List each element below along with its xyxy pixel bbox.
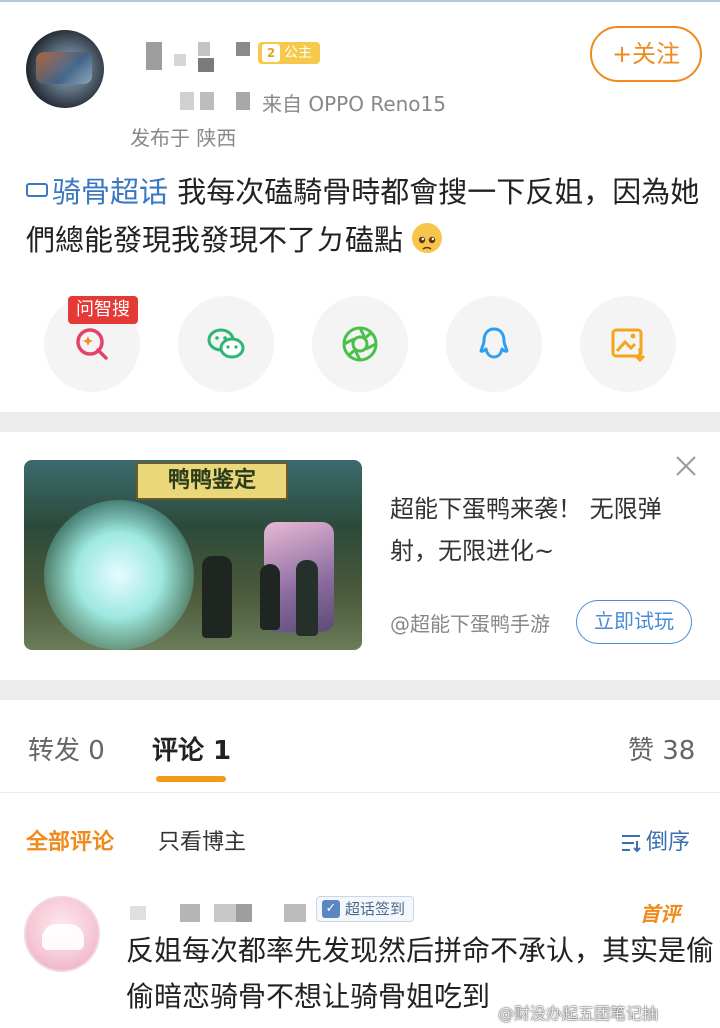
ad-sign-text: 鸭鸭鉴定 [136,462,288,500]
first-comment-label: 首评 [640,902,680,926]
close-icon[interactable] [674,454,698,478]
ai-search-tag: 问智搜 [68,296,138,324]
share-qq-button[interactable] [446,296,542,392]
search-ai-icon [76,328,108,360]
diamond-topic-icon [26,183,48,197]
qq-icon [479,327,509,359]
ad-splash-shape [44,500,194,650]
share-moments-button[interactable] [312,296,408,392]
tab-like[interactable]: 赞 38 [628,730,695,767]
supertopic-checkin-badge[interactable]: ✓ 超话签到 [316,896,415,922]
divider [0,792,720,793]
ad-image[interactable]: 鸭鸭鉴定 [24,460,362,650]
filter-all-comments[interactable]: 全部评论 [26,824,114,856]
share-wechat-button[interactable] [178,296,274,392]
watermark: @财没办起五团笔记抽 [498,1004,659,1023]
check-icon: ✓ [322,900,340,918]
pleading-face-emoji-icon [412,223,443,253]
user-level-badge[interactable]: 2 公主 [258,42,320,64]
ad-figure [296,560,318,636]
tab-repost[interactable]: 转发 0 [28,730,105,767]
ad-headline[interactable]: 超能下蛋鸭来袭！ 无限弹射，无限进化~ [390,488,690,572]
sort-label: 倒序 [646,830,691,855]
comments-card: 转发 0 评论 1 赞 38 全部评论 只看博主 倒序 ✓ 超话签到 首评 反姐… [0,700,720,1028]
level-title: 公主 [284,45,312,61]
commenter-avatar[interactable] [24,896,100,972]
topic-link[interactable]: 骑骨超话 [26,175,168,209]
follow-button[interactable]: +关注 [590,26,702,82]
post-location: 发布于 陕西 [130,126,237,150]
tab-comment[interactable]: 评论 1 [152,730,231,767]
post-source: 来自 OPPO Reno15 [262,92,446,116]
commenter-name-blurred[interactable] [130,904,310,924]
ad-figure [202,556,232,638]
ad-figure [260,564,280,630]
ad-source[interactable]: @超能下蛋鸭手游 [390,608,550,637]
moments-icon [342,326,378,362]
author-name-blurred[interactable] [140,36,256,116]
wechat-icon [207,328,245,359]
try-now-button[interactable]: 立即试玩 [576,600,692,644]
level-number: 2 [262,44,280,62]
post-content: 骑骨超话 我每次磕騎骨時都會搜一下反姐，因為她們總能發現我發現不了ㄉ磕點 [26,168,706,264]
author-avatar[interactable] [26,30,104,108]
save-image-icon [611,328,646,363]
save-image-button[interactable] [580,296,676,392]
badge-label: 超话签到 [345,900,406,918]
active-tab-indicator [156,776,226,782]
filter-op-only[interactable]: 只看博主 [158,824,246,856]
sort-icon [622,835,641,852]
sort-button[interactable]: 倒序 [620,824,690,856]
post-card: 2 公主 来自 OPPO Reno15 发布于 陕西 +关注 骑骨超话 我每次磕… [0,0,720,412]
